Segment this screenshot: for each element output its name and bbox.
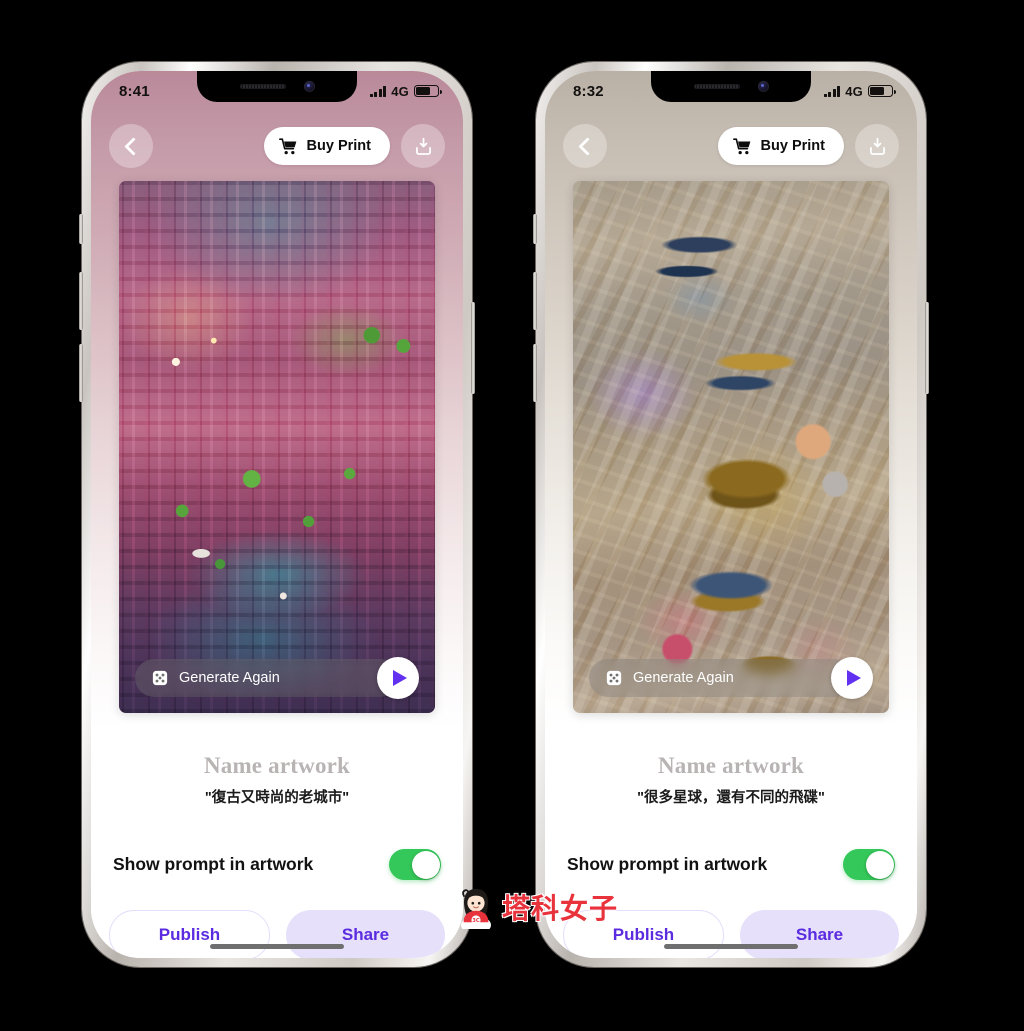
- artwork-canvas-left: [119, 181, 435, 713]
- download-tray-icon: [869, 137, 885, 155]
- shopping-cart-icon: [278, 137, 296, 154]
- generate-again-label-right: Generate Again: [633, 670, 734, 686]
- earpiece-speaker-icon: [693, 84, 740, 89]
- play-icon: [393, 670, 407, 686]
- generate-again-label-left: Generate Again: [179, 670, 280, 686]
- dice-icon: [152, 670, 168, 686]
- name-artwork-input-left[interactable]: Name artwork: [91, 753, 463, 779]
- generate-again-button-left[interactable]: Generate Again: [135, 659, 399, 697]
- toggle-knob: [411, 850, 440, 879]
- status-indicators-left: 4G: [369, 83, 442, 99]
- status-indicators-right: 4G: [823, 83, 896, 99]
- top-bar-right: Buy Print: [545, 123, 917, 169]
- generate-again-button-right[interactable]: Generate Again: [589, 659, 853, 697]
- screenshot-canvas: 8:41 4G Buy Print Generate Again Name ar…: [0, 0, 1024, 1031]
- download-button-left[interactable]: [401, 124, 445, 168]
- volume-up-button-right[interactable]: [533, 272, 537, 330]
- top-bar-left: Buy Print: [91, 123, 463, 169]
- cellular-signal-icon: [369, 85, 387, 97]
- buy-print-label-right: Buy Print: [760, 138, 825, 154]
- volume-down-button-left[interactable]: [79, 344, 83, 402]
- network-type-label-left: 4G: [391, 83, 409, 99]
- power-button-right[interactable]: [925, 302, 929, 394]
- watermark-text: 塔科女子: [502, 892, 619, 925]
- publish-button-left[interactable]: Publish: [109, 910, 270, 958]
- silent-switch-left[interactable]: [79, 214, 83, 244]
- volume-up-button-left[interactable]: [79, 272, 83, 330]
- power-button-left[interactable]: [471, 302, 475, 394]
- show-prompt-label-left: Show prompt in artwork: [113, 854, 314, 874]
- toggle-knob: [865, 850, 894, 879]
- status-time-right: 8:32: [573, 82, 604, 100]
- watermark: 3C 塔科女子: [455, 885, 618, 929]
- name-artwork-input-right[interactable]: Name artwork: [545, 753, 917, 779]
- prompt-text-right: "很多星球，還有不同的飛碟": [637, 790, 825, 806]
- prompt-text-left: "復古又時尚的老城市": [204, 790, 350, 806]
- cellular-signal-icon: [823, 85, 841, 97]
- show-prompt-label-right: Show prompt in artwork: [567, 854, 768, 874]
- detail-sheet-left: Name artwork "復古又時尚的老城市" Show prompt in …: [91, 731, 463, 958]
- phone-device-left: 8:41 4G Buy Print Generate Again Name ar…: [79, 62, 475, 967]
- phone-screen-left: 8:41 4G Buy Print Generate Again Name ar…: [91, 71, 463, 958]
- play-icon: [847, 670, 861, 686]
- show-prompt-row-left: Show prompt in artwork: [113, 849, 441, 880]
- share-button-right[interactable]: Share: [740, 910, 899, 958]
- artwork-image-left[interactable]: Generate Again: [119, 181, 435, 713]
- notch-right: [651, 71, 811, 102]
- show-prompt-row-right: Show prompt in artwork: [567, 849, 895, 880]
- dice-icon: [606, 670, 622, 686]
- svg-text:3C: 3C: [472, 918, 480, 924]
- play-button-right[interactable]: [831, 657, 873, 699]
- artwork-image-right[interactable]: Generate Again: [573, 181, 889, 713]
- back-button-left[interactable]: [109, 124, 153, 168]
- buy-print-label-left: Buy Print: [306, 138, 371, 154]
- show-prompt-toggle-right[interactable]: [843, 849, 895, 880]
- buy-print-button-left[interactable]: Buy Print: [263, 127, 390, 165]
- show-prompt-toggle-left[interactable]: [389, 849, 441, 880]
- shopping-cart-icon: [732, 137, 750, 154]
- front-camera-icon: [303, 81, 315, 92]
- artwork-canvas-right: [573, 181, 889, 713]
- phone-device-right: 8:32 4G Buy Print Generate Again Name ar…: [533, 62, 929, 967]
- network-type-label-right: 4G: [845, 83, 863, 99]
- share-button-left[interactable]: Share: [286, 910, 445, 958]
- download-tray-icon: [415, 137, 431, 155]
- generate-row-right: Generate Again: [573, 657, 889, 699]
- home-indicator-right[interactable]: [664, 944, 798, 949]
- play-button-left[interactable]: [377, 657, 419, 699]
- battery-icon-left: [414, 85, 442, 97]
- chevron-left-icon: [123, 136, 143, 156]
- notch-left: [197, 71, 357, 102]
- earpiece-speaker-icon: [239, 84, 286, 89]
- status-time-left: 8:41: [119, 82, 150, 100]
- volume-down-button-right[interactable]: [533, 344, 537, 402]
- battery-icon-right: [868, 85, 896, 97]
- silent-switch-right[interactable]: [533, 214, 537, 244]
- buy-print-button-right[interactable]: Buy Print: [717, 127, 844, 165]
- watermark-avatar-icon: 3C: [461, 889, 491, 929]
- action-buttons-left: Publish Share: [109, 910, 445, 958]
- generate-row-left: Generate Again: [119, 657, 435, 699]
- front-camera-icon: [757, 81, 769, 92]
- back-button-right[interactable]: [563, 124, 607, 168]
- home-indicator-left[interactable]: [210, 944, 344, 949]
- download-button-right[interactable]: [855, 124, 899, 168]
- chevron-left-icon: [577, 136, 597, 156]
- phone-screen-right: 8:32 4G Buy Print Generate Again Name ar…: [545, 71, 917, 958]
